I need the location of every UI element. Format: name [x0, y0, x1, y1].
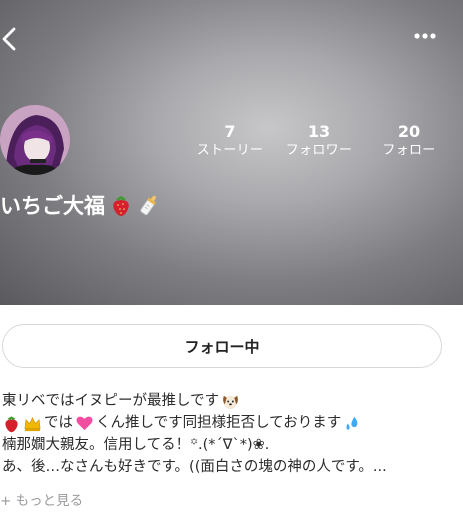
back-arrow-icon[interactable] [0, 26, 22, 52]
profile-name-row: いちご大福 [0, 189, 161, 221]
crown-icon [24, 416, 41, 431]
following-count: 20 [397, 122, 421, 141]
strawberry-icon [113, 196, 129, 216]
followers-count: 13 [307, 122, 331, 141]
stories-count: 7 [224, 122, 236, 141]
bio-line-3: 楠那嫺大親友。信用してる！꙳.(*´∇`*)❀. [2, 434, 462, 456]
bio-line-4: あ、後…なさんも好きです。((面白さの塊の神の人です。... [2, 456, 462, 478]
bio-text-2b: くん推しです同担様拒否しております [96, 415, 342, 431]
stat-stories[interactable]: 7 ストーリー [182, 122, 278, 160]
bio-text-3: 楠那嫺大親友。信用してる！꙳.(*´∇`*)❀. [2, 437, 270, 453]
stat-following[interactable]: 20 フォロー [361, 122, 457, 160]
following-label: フォロー [382, 143, 436, 158]
bio-line-1: 東リベではイヌピーが最推しです [2, 390, 462, 412]
following-button-label: フォロー中 [184, 337, 260, 356]
following-button[interactable]: フォロー中 [2, 324, 442, 368]
bio-line-2: では くん推しです同担様拒否しております [2, 412, 462, 434]
stories-label: ストーリー [196, 143, 264, 158]
profile-bio: 東リベではイヌピーが最推しです では くん推しです同担様拒否しております 楠那嫺… [2, 390, 462, 478]
dog-face-icon [223, 395, 238, 409]
profile-stats: 7 ストーリー 13 フォロワー 20 フォロー [0, 122, 463, 166]
see-more-link[interactable]: + もっと見る [0, 489, 83, 509]
baby-bottle-icon [140, 195, 156, 216]
heart-icon [76, 416, 93, 430]
bio-text-4: あ、後…なさんも好きです。((面白さの塊の神の人です。... [2, 459, 387, 475]
followers-label: フォロワー [285, 143, 353, 158]
sweat-droplets-icon [346, 416, 358, 430]
profile-name: いちご大福 [0, 194, 105, 218]
bio-text-1: 東リベではイヌピーが最推しです [2, 393, 220, 409]
more-options-icon[interactable] [413, 26, 437, 46]
bio-text-2a: では [44, 415, 73, 431]
strawberry-icon [5, 415, 18, 432]
profile-header: 7 ストーリー 13 フォロワー 20 フォロー いちご大福 [0, 0, 463, 305]
stat-followers[interactable]: 13 フォロワー [271, 122, 367, 160]
